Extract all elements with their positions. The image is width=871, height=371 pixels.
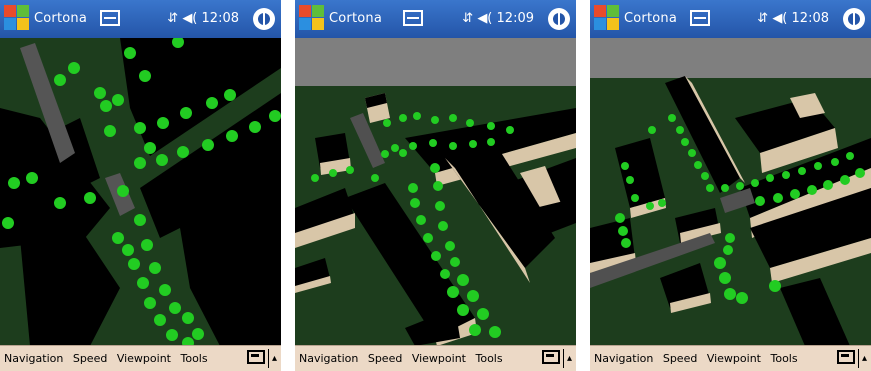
bottom-menu-bar: Navigation Speed Viewpoint Tools ▴ (590, 345, 871, 371)
volume-icon[interactable]: ◀( (182, 11, 197, 26)
clock: 12:08 (201, 11, 239, 26)
input-panel-arrow-icon[interactable]: ▴ (272, 353, 277, 364)
windows-start-icon[interactable] (594, 5, 620, 31)
title-bar: Cortona ⇵ ◀( 12:08 (0, 0, 281, 38)
menu-navigation[interactable]: Navigation (4, 352, 63, 365)
title-bar: Cortona ⇵ ◀( 12:08 (590, 0, 871, 38)
windows-start-icon[interactable] (299, 5, 325, 31)
ok-close-icon[interactable] (253, 8, 275, 30)
input-panel-icon[interactable] (542, 350, 560, 364)
map-canvas[interactable] (0, 38, 281, 346)
map-canvas[interactable] (295, 38, 576, 346)
status-area[interactable]: ⇵ ◀( 12:09 (462, 11, 534, 26)
title-bar: Cortona ⇵ ◀( 12:09 (295, 0, 576, 38)
volume-icon[interactable]: ◀( (477, 11, 492, 26)
map-canvas[interactable] (590, 38, 871, 346)
input-panel-icon[interactable] (837, 350, 855, 364)
volume-icon[interactable]: ◀( (772, 11, 787, 26)
screen-1: Cortona ⇵ ◀( 12:08 Navigation Speed View… (0, 0, 281, 371)
input-panel-arrow-icon[interactable]: ▴ (567, 353, 572, 364)
menu-tools[interactable]: Tools (181, 352, 208, 365)
windows-start-icon[interactable] (4, 5, 30, 31)
screen-3: Cortona ⇵ ◀( 12:08 Navigation Speed View… (590, 0, 871, 371)
status-area[interactable]: ⇵ ◀( 12:08 (167, 11, 239, 26)
divider (268, 349, 269, 368)
connectivity-icon[interactable]: ⇵ (757, 11, 768, 26)
menu-speed[interactable]: Speed (73, 352, 107, 365)
bottom-menu-bar: Navigation Speed Viewpoint Tools ▴ (295, 345, 576, 371)
divider (563, 349, 564, 368)
menu-tools[interactable]: Tools (476, 352, 503, 365)
keyboard-icon[interactable] (100, 10, 120, 26)
menu-viewpoint[interactable]: Viewpoint (707, 352, 761, 365)
divider (858, 349, 859, 368)
status-area[interactable]: ⇵ ◀( 12:08 (757, 11, 829, 26)
screen-2: Cortona ⇵ ◀( 12:09 Navigation Speed View… (295, 0, 576, 371)
menu-speed[interactable]: Speed (663, 352, 697, 365)
clock: 12:09 (496, 11, 534, 26)
3d-map-perspective-view-alt[interactable] (590, 38, 871, 346)
bottom-menu-bar: Navigation Speed Viewpoint Tools ▴ (0, 345, 281, 371)
3d-map-perspective-view[interactable] (295, 38, 576, 346)
connectivity-icon[interactable]: ⇵ (462, 11, 473, 26)
app-title: Cortona (34, 11, 88, 26)
keyboard-icon[interactable] (690, 10, 710, 26)
input-panel-arrow-icon[interactable]: ▴ (862, 353, 867, 364)
app-title: Cortona (329, 11, 383, 26)
connectivity-icon[interactable]: ⇵ (167, 11, 178, 26)
menu-navigation[interactable]: Navigation (299, 352, 358, 365)
input-panel-icon[interactable] (247, 350, 265, 364)
menu-viewpoint[interactable]: Viewpoint (117, 352, 171, 365)
clock: 12:08 (791, 11, 829, 26)
menu-speed[interactable]: Speed (368, 352, 402, 365)
menu-tools[interactable]: Tools (771, 352, 798, 365)
3d-map-top-view[interactable] (0, 38, 281, 346)
app-title: Cortona (624, 11, 678, 26)
keyboard-icon[interactable] (403, 10, 423, 26)
ok-close-icon[interactable] (548, 8, 570, 30)
menu-viewpoint[interactable]: Viewpoint (412, 352, 466, 365)
menu-navigation[interactable]: Navigation (594, 352, 653, 365)
ok-close-icon[interactable] (843, 8, 865, 30)
